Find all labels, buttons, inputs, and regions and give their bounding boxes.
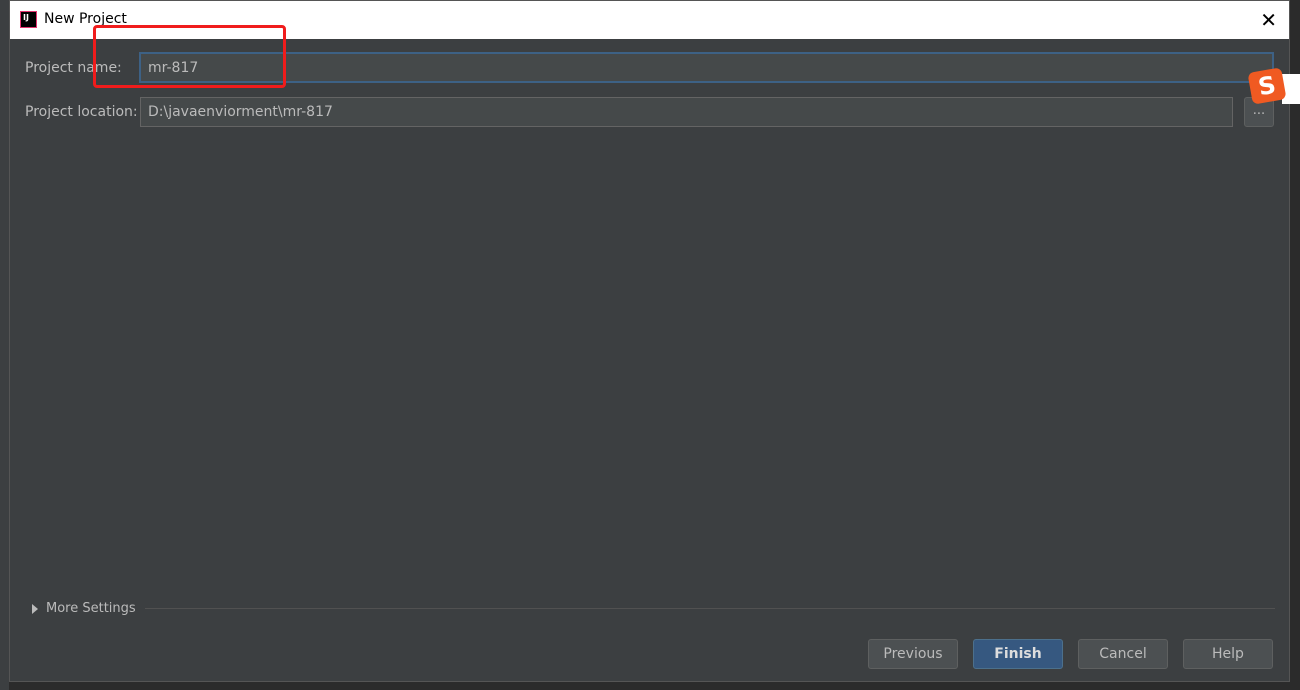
background-editor <box>0 0 9 690</box>
project-location-input[interactable] <box>140 97 1233 127</box>
intellij-icon: IJ <box>20 11 37 28</box>
divider <box>145 608 1275 609</box>
expand-triangle-icon <box>32 603 38 614</box>
previous-button[interactable]: Previous <box>868 639 958 669</box>
close-icon[interactable]: ✕ <box>1260 8 1277 32</box>
project-name-input[interactable] <box>139 52 1274 83</box>
annotation-highlight-box <box>93 25 286 88</box>
sogou-ime-icon[interactable]: S <box>1247 67 1287 105</box>
help-button[interactable]: Help <box>1183 639 1273 669</box>
project-location-label: Project location: <box>25 104 138 120</box>
finish-button[interactable]: Finish <box>973 639 1063 669</box>
new-project-dialog: IJ New Project ✕ Project name: Project l… <box>9 0 1290 682</box>
more-settings-toggle[interactable]: More Settings <box>32 601 136 616</box>
cancel-button[interactable]: Cancel <box>1078 639 1168 669</box>
more-settings-label: More Settings <box>46 601 136 616</box>
